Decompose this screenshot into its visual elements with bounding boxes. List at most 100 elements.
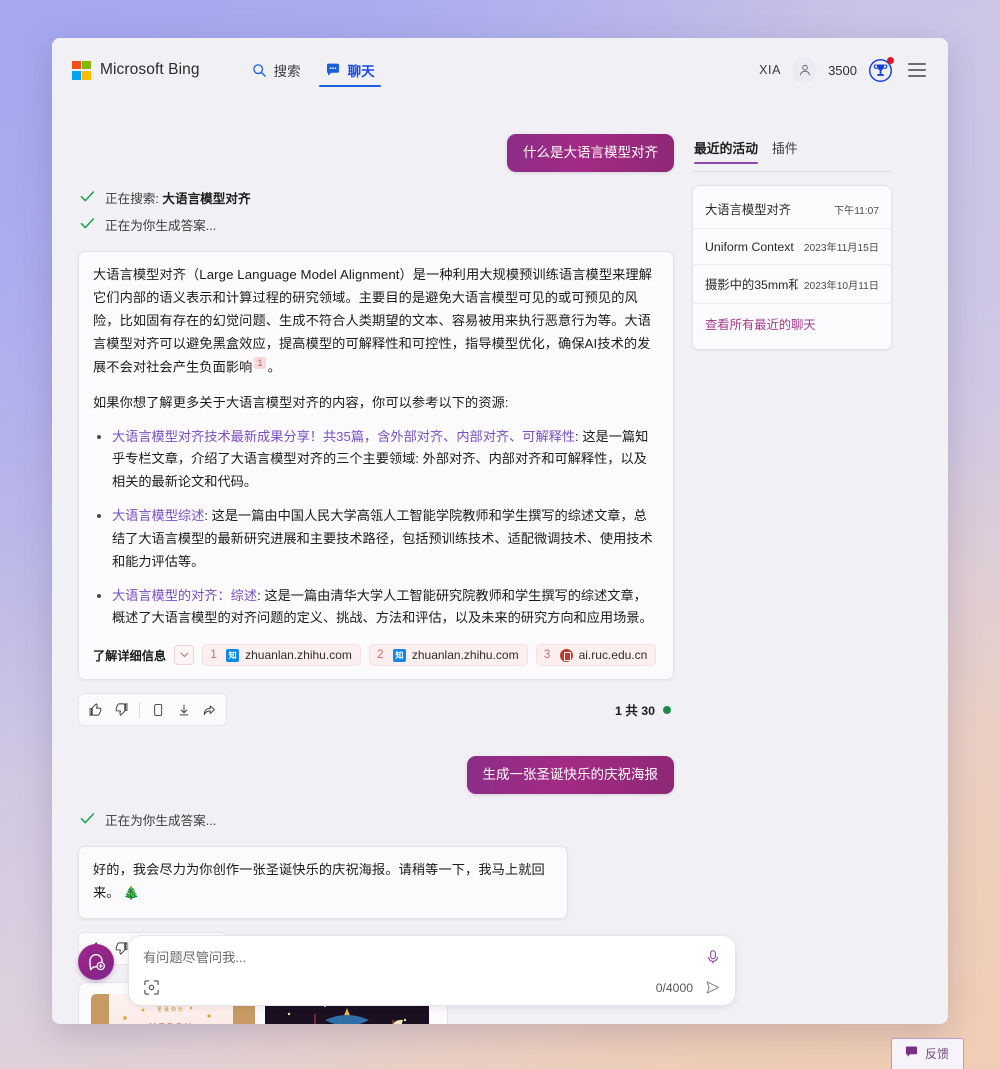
svg-text:圣诞快乐: 圣诞快乐 (157, 1006, 185, 1013)
divider (139, 701, 140, 718)
status-generating-text-2: 正在为你生成答案... (105, 814, 217, 829)
nav-item-search[interactable]: 搜索 (242, 38, 311, 102)
copilot-icon[interactable] (78, 944, 114, 980)
notification-dot (887, 56, 894, 64)
checkmark-icon (80, 812, 95, 828)
list-item[interactable]: 摄影中的35mm和10 2023年10月11日 (693, 264, 891, 303)
user-message-row-1: 什么是大语言模型对齐 (78, 134, 674, 173)
counter-text: 1 共 30 (615, 703, 655, 718)
chat-column: 什么是大语言模型对齐 正在搜索: 大语言模型对齐 正在为你生成答案... 大语言… (78, 102, 674, 1024)
citation-host: zhuanlan.zhihu.com (411, 648, 519, 663)
recent-chat-time: 下午11:07 (833, 206, 879, 217)
ruc-favicon (559, 648, 573, 662)
zhihu-favicon: 知 (226, 648, 240, 662)
user-message-1: 什么是大语言模型对齐 (507, 134, 674, 173)
citation-host: ai.ruc.edu.cn (578, 648, 648, 663)
list-item: 大语言模型对齐技术最新成果分享！共35篇，含外部对齐、内部对齐、可解释性: 这是… (112, 426, 659, 494)
resource-link[interactable]: 大语言模型对齐技术最新成果分享！共35篇，含外部对齐、内部对齐、可解释性 (112, 429, 575, 444)
chat-input[interactable] (143, 949, 705, 965)
composer: 0/4000 (128, 935, 736, 1006)
composer-top-row (143, 949, 721, 965)
trophy-badge-icon[interactable] (868, 56, 894, 83)
copy-button[interactable] (146, 698, 169, 721)
recent-chat-title: 摄影中的35mm和10 (705, 278, 798, 292)
app-header: Microsoft Bing 搜索 聊天 XIA 3500 (52, 38, 948, 102)
status-generating-2: 正在为你生成答案... (78, 810, 674, 829)
bing-chat-window: Microsoft Bing 搜索 聊天 XIA 3500 什么是大语言模型对齐… (52, 38, 948, 1024)
list-item: 大语言模型综述: 这是一篇由中国人民大学高瓴人工智能学院教师和学生撰写的综述文章… (112, 505, 659, 573)
christmas-tree-icon: 🎄 (123, 885, 140, 901)
tab-plugins[interactable]: 插件 (772, 138, 798, 163)
status-generating-text: 正在为你生成答案... (105, 219, 217, 234)
rewards-points: 3500 (828, 62, 857, 78)
checkmark-icon (80, 190, 95, 206)
chevron-down-icon[interactable] (174, 645, 195, 666)
export-button[interactable] (198, 698, 221, 721)
list-item[interactable]: 大语言模型对齐 下午11:07 (693, 190, 891, 228)
citation-chip[interactable]: 1 知 zhuanlan.zhihu.com (202, 644, 361, 667)
zhihu-favicon: 知 (392, 648, 406, 662)
citations-label: 了解详细信息 (93, 649, 167, 664)
microsoft-logo-icon (72, 60, 91, 80)
hamburger-menu-icon[interactable] (908, 63, 926, 77)
nav-label-chat: 聊天 (347, 64, 375, 79)
recent-chat-title: Uniform Context Opt (705, 240, 798, 254)
svg-text:MERRY: MERRY (149, 1022, 193, 1024)
answer-paragraph-1: 大语言模型对齐（Large Language Model Alignment）是… (93, 267, 652, 374)
citations-row: 了解详细信息 1 知 zhuanlan.zhihu.com 2 知 zhuanl… (93, 644, 659, 667)
header-right-cluster: XIA 3500 (759, 56, 926, 83)
brand-label: Microsoft Bing (100, 61, 200, 78)
character-count: 0/4000 (655, 980, 693, 995)
status-generating-1: 正在为你生成答案... (78, 215, 674, 234)
user-message-row-2: 生成一张圣诞快乐的庆祝海报 (78, 756, 674, 795)
action-group (78, 693, 227, 727)
message-action-bar-1: 1 共 30 (78, 693, 674, 727)
feedback-icon (905, 1046, 918, 1061)
citation-host: zhuanlan.zhihu.com (245, 648, 352, 663)
avatar[interactable] (792, 57, 818, 83)
citation-number: 1 (210, 649, 217, 662)
send-icon[interactable] (704, 979, 721, 996)
citation-chip[interactable]: 2 知 zhuanlan.zhihu.com (368, 644, 528, 667)
resource-link[interactable]: 大语言模型的对齐：综述 (112, 588, 257, 603)
list-item[interactable]: Uniform Context Opt 2023年11月15日 (693, 228, 891, 264)
dislike-button[interactable] (110, 698, 133, 721)
sidebar-tabs: 最近的活动 插件 (692, 138, 892, 172)
feedback-button[interactable]: 反馈 (890, 1038, 964, 1069)
recent-chat-title: 大语言模型对齐 (705, 203, 792, 217)
download-button[interactable] (172, 698, 195, 721)
citation-number: 2 (377, 649, 384, 662)
resource-link[interactable]: 大语言模型综述 (112, 508, 204, 523)
citation-number: 3 (543, 649, 551, 662)
status-dot (663, 705, 671, 714)
user-name-label: XIA (759, 63, 782, 77)
tab-recent-activity[interactable]: 最近的活动 (694, 138, 758, 165)
message-counter-1: 1 共 30 (615, 701, 674, 719)
header-nav: 搜索 聊天 (242, 38, 385, 102)
view-all-chats-link[interactable]: 查看所有最近的聊天 (693, 303, 891, 345)
recent-chats-card: 大语言模型对齐 下午11:07 Uniform Context Opt 2023… (692, 185, 892, 350)
bing-brand[interactable]: Microsoft Bing (72, 60, 200, 80)
composer-bottom-row: 0/4000 (143, 979, 721, 996)
microphone-icon[interactable] (705, 949, 721, 965)
citation-marker[interactable]: 1 (254, 356, 266, 369)
user-message-2: 生成一张圣诞快乐的庆祝海报 (466, 756, 674, 795)
sidebar: 最近的活动 插件 大语言模型对齐 下午11:07 Uniform Context… (692, 102, 892, 1024)
citation-chip[interactable]: 3 ai.ruc.edu.cn (535, 644, 657, 667)
answer-paragraph-2: 如果你想了解更多关于大语言模型对齐的内容，你可以参考以下的资源: (93, 394, 509, 410)
assistant-answer-card-1: 大语言模型对齐（Large Language Model Alignment）是… (78, 251, 674, 681)
status-searching: 正在搜索: 大语言模型对齐 (78, 188, 674, 207)
composer-area: 0/4000 (78, 935, 736, 1006)
assistant-answer-card-2: 好的，我会尽力为你创作一张圣诞快乐的庆祝海报。请稍等一下，我马上就回来。 🎄 (78, 846, 568, 920)
recent-chat-time: 2023年11月15日 (803, 243, 879, 254)
answer-text-2: 好的，我会尽力为你创作一张圣诞快乐的庆祝海报。请稍等一下，我马上就回来。 🎄 (93, 862, 545, 901)
status-search-text: 正在搜索: 大语言模型对齐 (105, 192, 251, 207)
nav-label-search: 搜索 (273, 64, 301, 79)
chat-bubble-icon (325, 62, 341, 78)
checkmark-icon (80, 217, 95, 233)
like-button[interactable] (84, 698, 107, 721)
visual-search-icon[interactable] (143, 979, 160, 996)
search-icon (252, 63, 267, 78)
recent-chat-time: 2023年10月11日 (803, 281, 879, 292)
nav-item-chat[interactable]: 聊天 (315, 38, 385, 102)
